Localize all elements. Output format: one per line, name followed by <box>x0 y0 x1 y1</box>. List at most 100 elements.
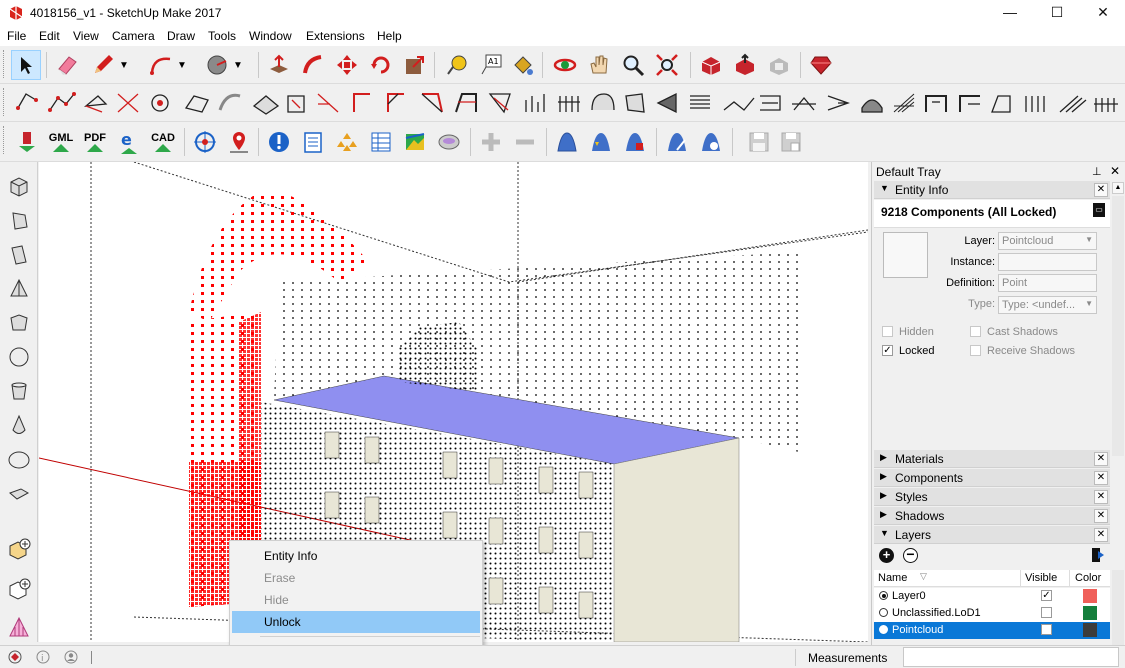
cityjson-import-button[interactable] <box>12 127 42 157</box>
save-as-button[interactable] <box>776 127 806 157</box>
menu-view[interactable]: View <box>73 29 99 43</box>
zoom-tool-button[interactable] <box>618 50 648 80</box>
move-tool-button[interactable] <box>332 50 362 80</box>
definition-field[interactable]: Point <box>998 274 1097 292</box>
receive-shadows-checkbox[interactable] <box>970 345 981 356</box>
tape-measure-button[interactable] <box>442 50 472 80</box>
material-swatch[interactable] <box>883 232 928 278</box>
col-name-header[interactable]: Name <box>878 572 907 584</box>
select-tool-button[interactable] <box>11 50 41 80</box>
context-unlock[interactable]: Unlock <box>232 611 480 633</box>
col-visible-header[interactable]: Visible <box>1025 572 1057 584</box>
extension-tool-strip[interactable] <box>14 88 1124 118</box>
text-tool-button[interactable]: A1 <box>476 50 506 80</box>
geo-target-button[interactable] <box>190 127 220 157</box>
paint-bucket-button[interactable] <box>508 50 538 80</box>
layer-name[interactable]: Unclassified.LoD1 <box>892 607 981 619</box>
panel-close-icon[interactable]: ✕ <box>1094 490 1108 504</box>
layer-visible-checkbox[interactable]: ✓ <box>1041 590 1052 601</box>
close-button[interactable]: ✕ <box>1080 0 1125 26</box>
toolbar-grip[interactable] <box>3 126 6 154</box>
layers-details-button[interactable] <box>1092 548 1104 565</box>
extension-warehouse-button[interactable] <box>764 50 794 80</box>
circle-view-button[interactable] <box>4 342 34 372</box>
orbit-tool-button[interactable] <box>550 50 580 80</box>
menu-help[interactable]: Help <box>377 29 402 43</box>
details-toggle-icon[interactable]: ▭ <box>1093 203 1105 217</box>
shape-tool-button[interactable] <box>202 50 232 80</box>
layer-name[interactable]: Layer0 <box>892 590 926 602</box>
user-icon[interactable] <box>64 650 78 664</box>
eraser-tool-button[interactable] <box>52 50 82 80</box>
scale-tool-button[interactable] <box>400 50 430 80</box>
hierarchy-button[interactable] <box>332 127 362 157</box>
materials-header[interactable]: ▶ Materials ✕ <box>874 450 1110 468</box>
push-pull-button[interactable] <box>264 50 294 80</box>
shadows-header[interactable]: ▶ Shadows ✕ <box>874 507 1110 525</box>
layers-header[interactable]: ▼ Layers ✕ <box>874 526 1110 544</box>
disk-button[interactable] <box>434 127 464 157</box>
panel-close-icon[interactable]: ✕ <box>1094 509 1108 523</box>
terrain-button[interactable] <box>400 127 430 157</box>
panel-close-icon[interactable]: ✕ <box>1094 471 1108 485</box>
type-select[interactable]: Type: <undef... ▼ <box>998 296 1097 314</box>
section-plane-button[interactable] <box>4 612 34 642</box>
follow-me-button[interactable] <box>298 50 328 80</box>
add-layer-button[interactable]: + <box>879 548 894 563</box>
tray-scrollbar[interactable] <box>1112 196 1124 456</box>
layer-visible-checkbox[interactable] <box>1041 607 1052 618</box>
panel-close-icon[interactable]: ✕ <box>1094 183 1108 197</box>
layer-color-swatch[interactable] <box>1083 623 1097 637</box>
line-dropdown-button[interactable]: ▼ <box>116 50 132 80</box>
table-view-button[interactable] <box>366 127 396 157</box>
cad-import-button[interactable]: CAD <box>148 127 178 157</box>
gml-import-button[interactable]: GML <box>46 127 76 157</box>
instance-field[interactable] <box>998 253 1097 271</box>
active-layer-radio[interactable] <box>879 625 888 634</box>
extension-manager-button[interactable] <box>806 50 836 80</box>
toolbar-grip[interactable] <box>3 88 6 116</box>
tray-close-icon[interactable]: ✕ <box>1110 164 1120 178</box>
menu-edit[interactable]: Edit <box>39 29 60 43</box>
cylinder-button[interactable] <box>4 376 34 406</box>
menu-window[interactable]: Window <box>249 29 292 43</box>
view-right-button[interactable] <box>4 274 34 304</box>
measurements-input[interactable] <box>903 647 1119 667</box>
components-header[interactable]: ▶ Components ✕ <box>874 469 1110 487</box>
layer-row[interactable]: Unclassified.LoD1 <box>874 605 1110 622</box>
menu-draw[interactable]: Draw <box>167 29 195 43</box>
menu-extensions[interactable]: Extensions <box>306 29 365 43</box>
menu-tools[interactable]: Tools <box>208 29 236 43</box>
line-tool-button[interactable] <box>88 50 118 80</box>
minimize-button[interactable]: — <box>987 0 1033 26</box>
pdf-import-button[interactable]: PDF <box>80 127 110 157</box>
e-import-button[interactable]: e <box>114 127 144 157</box>
locked-checkbox[interactable]: ✓ <box>882 345 893 356</box>
remove-button[interactable] <box>510 127 540 157</box>
maximize-button[interactable]: ☐ <box>1034 0 1080 26</box>
delete-layer-button[interactable]: − <box>903 547 918 563</box>
shape-dropdown-button[interactable]: ▼ <box>230 50 246 80</box>
cast-shadows-checkbox[interactable] <box>970 326 981 337</box>
styles-header[interactable]: ▶ Styles ✕ <box>874 488 1110 506</box>
add-cube-button[interactable] <box>4 574 34 604</box>
hidden-checkbox[interactable] <box>882 326 893 337</box>
context-entity-info[interactable]: Entity Info <box>232 545 480 567</box>
surface-check-button[interactable] <box>696 127 726 157</box>
active-layer-radio[interactable] <box>879 591 888 600</box>
pan-tool-button[interactable] <box>584 50 614 80</box>
layer-visible-checkbox[interactable]: ✓ <box>1041 624 1052 635</box>
entity-info-header[interactable]: ▼ Entity Info ✕ <box>874 181 1110 199</box>
zoom-extents-button[interactable] <box>652 50 682 80</box>
add-location-button[interactable] <box>224 127 254 157</box>
view-front-button[interactable] <box>4 240 34 270</box>
col-color-header[interactable]: Color <box>1075 572 1101 584</box>
share-component-button[interactable] <box>730 50 760 80</box>
menu-camera[interactable]: Camera <box>112 29 155 43</box>
layer-color-swatch[interactable] <box>1083 606 1097 620</box>
panel-close-icon[interactable]: ✕ <box>1094 528 1108 542</box>
scroll-up-icon[interactable]: ▲ <box>1112 182 1124 194</box>
arc-tool-button[interactable] <box>146 50 176 80</box>
menu-file[interactable]: File <box>7 29 26 43</box>
layer-select[interactable]: Pointcloud ▼ <box>998 232 1097 250</box>
